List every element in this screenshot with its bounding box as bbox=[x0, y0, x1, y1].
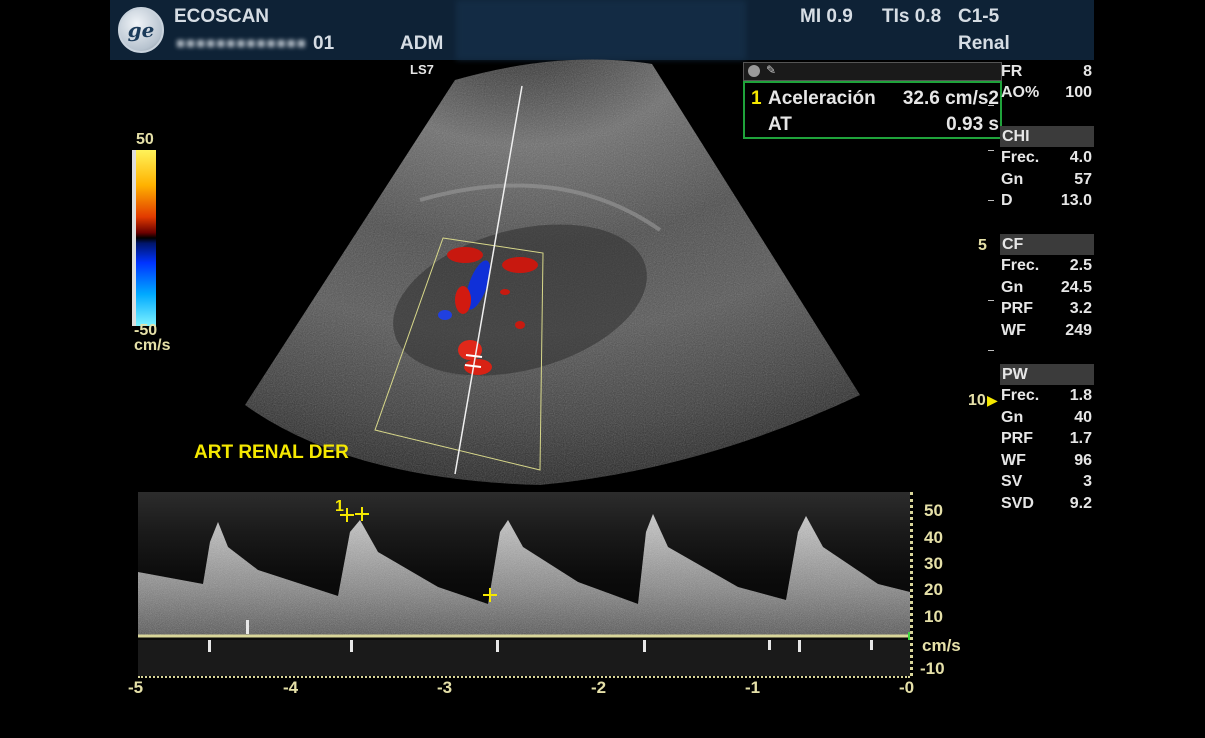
param-pw-sv: SV 3 bbox=[1001, 473, 1092, 490]
measurement-index: 1 bbox=[751, 88, 762, 109]
param-chi-gn: Gn 57 bbox=[1001, 171, 1092, 188]
y-tick-10: 10 bbox=[924, 607, 943, 626]
x-tick-neg2: -2 bbox=[591, 678, 607, 697]
param-cf-frec: Frec. 2.5 bbox=[1001, 257, 1092, 274]
depth-tick bbox=[988, 105, 994, 106]
x-tick-neg5: -5 bbox=[128, 678, 144, 697]
depth-marker-5: 5 bbox=[978, 237, 987, 254]
colorbar-unit: cm/s bbox=[134, 337, 171, 354]
param-pw-frec: Frec. 1.8 bbox=[1001, 387, 1092, 404]
section-cf[interactable]: CF bbox=[1000, 234, 1094, 255]
param-pw-gn: Gn 40 bbox=[1001, 409, 1092, 426]
x-tick-neg1: -1 bbox=[745, 678, 761, 697]
colorbar-max: 50 bbox=[136, 131, 154, 148]
y-axis-ruler bbox=[910, 492, 917, 676]
depth-marker-10: 10 bbox=[968, 392, 986, 409]
annotation-text[interactable]: ART RENAL DER bbox=[194, 442, 349, 464]
section-chi[interactable]: CHI bbox=[1000, 126, 1094, 147]
spectral-waveform bbox=[138, 507, 910, 676]
param-fr: FR 8 bbox=[1001, 63, 1092, 80]
x-tick-neg4: -4 bbox=[283, 678, 299, 697]
caliper-label: 1 bbox=[335, 498, 344, 515]
measure-tool-icon: ✎ bbox=[766, 63, 777, 77]
depth-tick bbox=[988, 350, 994, 351]
depth-tick bbox=[988, 300, 994, 301]
measurement-header: ✎ bbox=[743, 62, 1002, 81]
record-icon bbox=[748, 65, 760, 77]
measurement-value-at: 0.93 s bbox=[946, 114, 999, 135]
param-chi-frec: Frec. 4.0 bbox=[1001, 149, 1092, 166]
focus-marker-icon[interactable]: ▶ bbox=[987, 392, 998, 409]
param-pw-prf: PRF 1.7 bbox=[1001, 430, 1092, 447]
param-cf-prf: PRF 3.2 bbox=[1001, 300, 1092, 317]
measurement-label-at: AT bbox=[768, 114, 792, 135]
x-tick-neg3: -3 bbox=[437, 678, 453, 697]
y-tick-20: 20 bbox=[924, 580, 943, 599]
y-tick-neg10: -10 bbox=[920, 659, 945, 678]
param-pw-svd: SVD 9.2 bbox=[1001, 495, 1092, 512]
section-pw[interactable]: PW bbox=[1000, 364, 1094, 385]
depth-tick bbox=[988, 150, 994, 151]
y-tick-50: 50 bbox=[924, 501, 943, 520]
param-pw-wf: WF 96 bbox=[1001, 452, 1092, 469]
param-cf-gn: Gn 24.5 bbox=[1001, 279, 1092, 296]
y-tick-40: 40 bbox=[924, 528, 943, 547]
depth-tick bbox=[988, 200, 994, 201]
param-ao: AO% 100 bbox=[1001, 84, 1092, 101]
measurement-label-accel: Aceleración bbox=[768, 88, 876, 109]
measurement-value-accel: 32.6 cm/s2 bbox=[902, 88, 999, 109]
y-axis-unit: cm/s bbox=[922, 636, 961, 655]
param-cf-wf: WF 249 bbox=[1001, 322, 1092, 339]
color-scale-bar bbox=[132, 150, 156, 326]
param-chi-d: D 13.0 bbox=[1001, 192, 1092, 209]
x-tick-0: -0 bbox=[899, 678, 915, 697]
y-tick-30: 30 bbox=[924, 554, 943, 573]
x-axis-ruler bbox=[138, 676, 910, 680]
